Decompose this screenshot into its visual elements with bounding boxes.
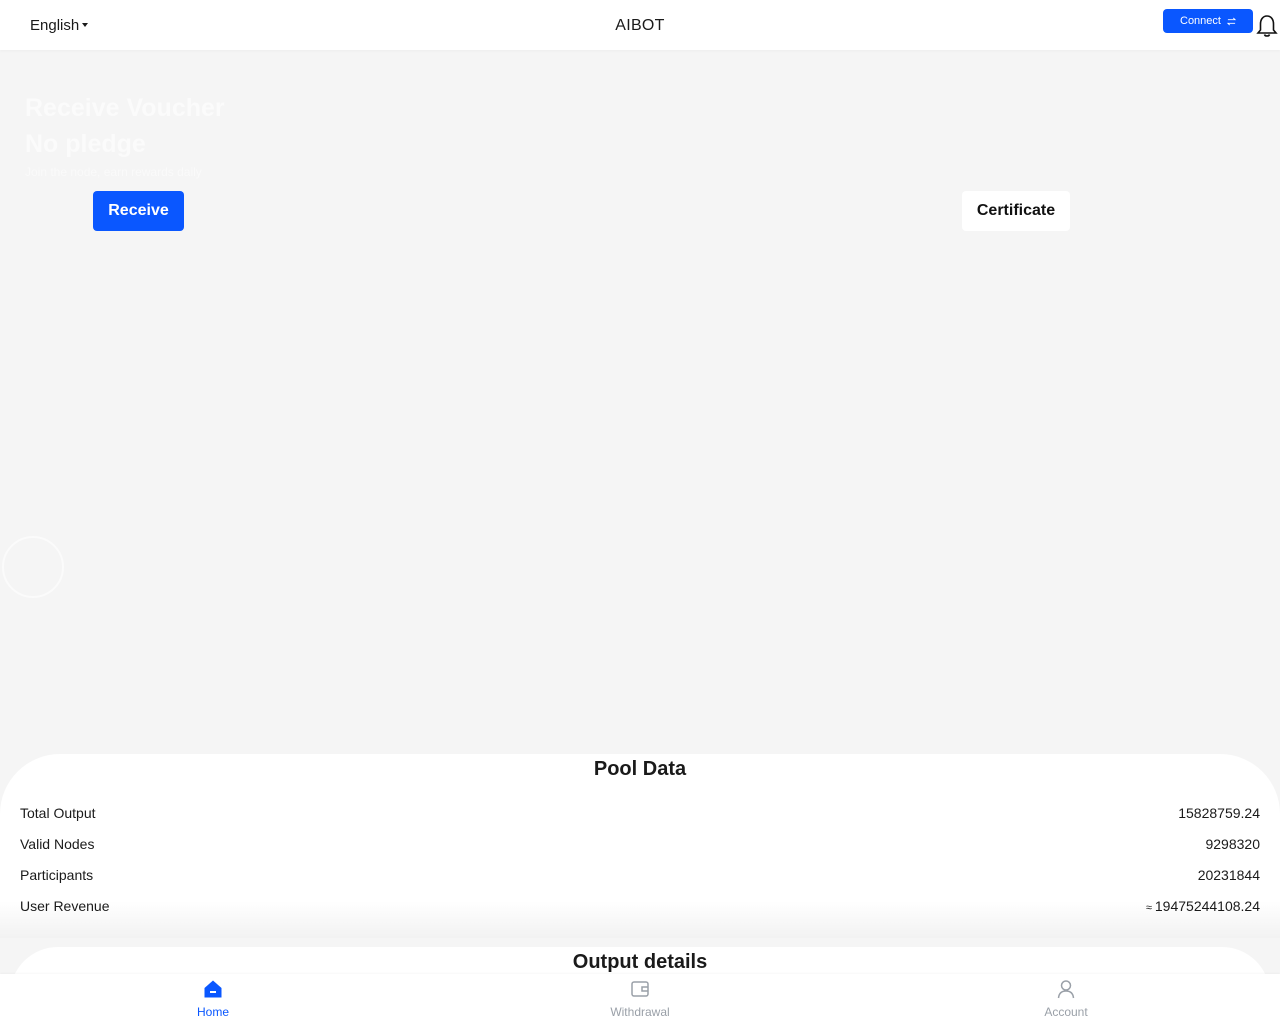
certificate-button[interactable]: Certificate: [962, 191, 1070, 231]
hero-title: Receive Voucher: [25, 94, 225, 122]
nav-label-home: Home: [196, 1005, 229, 1019]
top-bar: English AIBOT Connect: [0, 0, 1280, 50]
decorative-circle: [2, 536, 64, 598]
nav-item-withdrawal[interactable]: Withdrawal: [580, 978, 700, 1019]
pool-row-total-output: Total Output 15828759.24: [20, 805, 1260, 825]
user-revenue-value: 19475244108.24: [1154, 898, 1260, 914]
user-icon: [1057, 980, 1075, 999]
language-selector[interactable]: English: [30, 17, 89, 34]
pool-data-title: Pool Data: [593, 758, 687, 780]
connect-label: Connect: [1180, 15, 1221, 27]
connect-button[interactable]: Connect: [1163, 9, 1253, 33]
wallet-icon: [631, 981, 649, 997]
nav-item-home[interactable]: Home: [153, 978, 273, 1019]
pool-row-label: Valid Nodes: [20, 836, 95, 852]
app-title: AIBOT: [615, 17, 665, 34]
bell-icon[interactable]: [1256, 14, 1278, 38]
nav-label-withdrawal: Withdrawal: [610, 1005, 670, 1019]
pool-row-value: 15828759.24: [1178, 805, 1260, 821]
pool-row-value: 20231844: [1197, 867, 1260, 883]
swap-icon: [1226, 17, 1236, 25]
hero-note: Join the node, earn rewards daily: [25, 165, 202, 179]
receive-button[interactable]: Receive: [93, 191, 184, 231]
pool-row-value: ≈19475244108.24: [1146, 898, 1260, 914]
home-icon: [204, 980, 222, 998]
pool-row-label: Total Output: [20, 805, 96, 821]
pool-row-label: User Revenue: [20, 898, 110, 914]
pool-row-label: Participants: [20, 867, 94, 883]
pool-row-participants: Participants 20231844: [20, 867, 1260, 887]
pool-row-valid-nodes: Valid Nodes 9298320: [20, 836, 1260, 856]
output-details-title: Output details: [572, 951, 708, 973]
nav-item-account[interactable]: Account: [1006, 978, 1126, 1019]
hero-subtitle: No pledge: [25, 130, 146, 158]
approx-symbol: ≈: [1145, 902, 1152, 914]
caret-down-icon: [82, 23, 89, 27]
pool-row-user-revenue: User Revenue ≈19475244108.24: [20, 898, 1260, 918]
nav-label-account: Account: [1044, 1005, 1088, 1019]
language-label: English: [30, 17, 80, 34]
pool-row-value: 9298320: [1205, 836, 1260, 852]
